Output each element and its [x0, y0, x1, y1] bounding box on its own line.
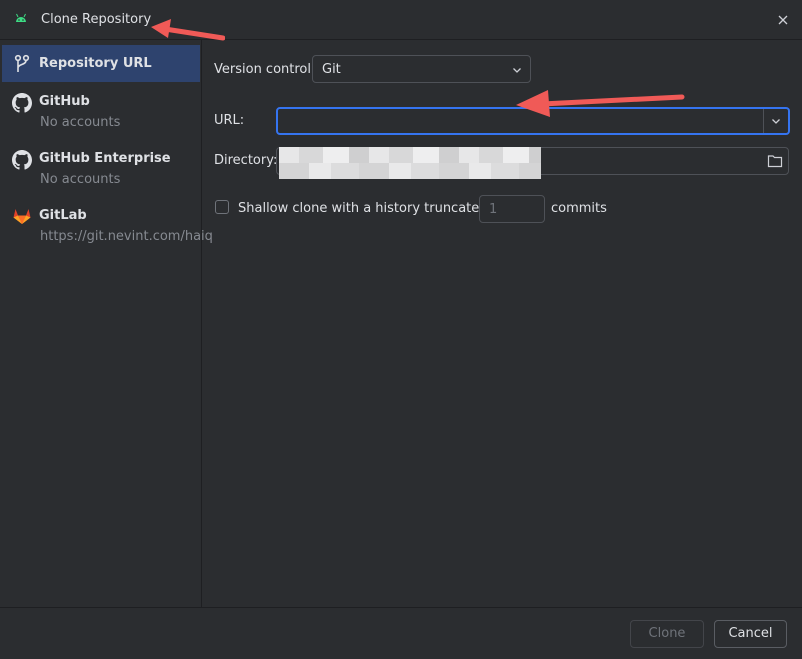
- sidebar-item-repository-url[interactable]: Repository URL: [2, 45, 200, 82]
- sidebar: Repository URL GitHub No accounts GitHub…: [0, 40, 213, 607]
- version-control-label: Version control:: [214, 62, 316, 77]
- sidebar-item-label: Repository URL: [39, 56, 152, 71]
- directory-input[interactable]: [276, 147, 789, 179]
- folder-icon[interactable]: [767, 154, 783, 168]
- chevron-down-icon: [513, 68, 521, 73]
- sidebar-item-sublabel: No accounts: [40, 172, 121, 187]
- sidebar-item-sublabel: https://git.nevint.com/haiq: [40, 229, 213, 244]
- clone-form: Version control: Git URL: Directory: Sha…: [202, 40, 802, 607]
- gitlab-icon: [13, 209, 31, 224]
- chevron-down-icon[interactable]: [770, 115, 782, 127]
- url-label: URL:: [214, 113, 245, 128]
- sidebar-item-gitlab[interactable]: GitLab https://git.nevint.com/haiq: [2, 199, 213, 251]
- sidebar-item-label: GitHub: [39, 94, 90, 109]
- redacted-path: [279, 147, 541, 179]
- shallow-clone-checkbox[interactable]: [215, 200, 229, 214]
- directory-label: Directory:: [214, 153, 278, 168]
- sidebar-item-github[interactable]: GitHub No accounts: [2, 85, 200, 137]
- sidebar-item-label: GitLab: [39, 208, 87, 223]
- github-icon: [12, 150, 32, 170]
- cancel-button[interactable]: Cancel: [714, 620, 787, 648]
- android-icon: [16, 13, 26, 22]
- version-control-select[interactable]: Git: [312, 55, 531, 83]
- shallow-clone-label[interactable]: Shallow clone with a history truncated t…: [238, 201, 505, 216]
- version-control-value: Git: [322, 62, 341, 77]
- sidebar-item-sublabel: No accounts: [40, 115, 121, 130]
- url-dropdown-divider: [763, 109, 764, 133]
- close-icon[interactable]: [775, 12, 791, 28]
- sidebar-item-github-enterprise[interactable]: GitHub Enterprise No accounts: [2, 142, 200, 194]
- sidebar-item-label: GitHub Enterprise: [39, 151, 171, 166]
- depth-input[interactable]: 1: [479, 195, 545, 223]
- commits-label: commits: [551, 201, 607, 216]
- dialog-footer: Clone Cancel: [0, 607, 802, 659]
- window-title: Clone Repository: [41, 12, 152, 27]
- clone-button[interactable]: Clone: [630, 620, 704, 648]
- title-bar: Clone Repository: [0, 0, 802, 40]
- url-input[interactable]: [276, 107, 790, 135]
- vcs-branch-icon: [14, 54, 30, 72]
- github-icon: [12, 93, 32, 113]
